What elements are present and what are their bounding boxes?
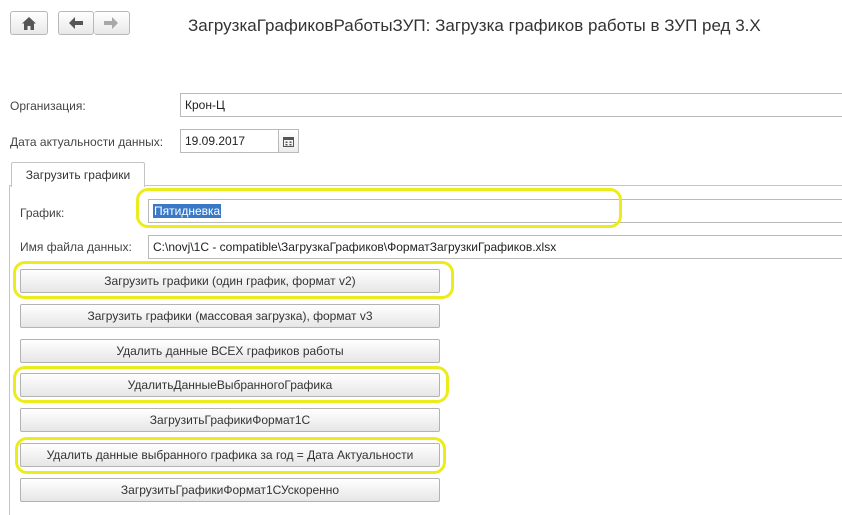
date-field[interactable]: 19.09.2017 <box>180 129 279 153</box>
delete-selected-schedule-year-button[interactable]: Удалить данные выбранного графика за год… <box>20 443 440 467</box>
organization-label: Организация: <box>10 99 86 113</box>
calendar-icon <box>283 137 294 147</box>
schedule-field[interactable]: Пятидневка <box>148 199 842 223</box>
schedule-value: Пятидневка <box>153 204 222 218</box>
delete-all-schedules-button[interactable]: Удалить данные ВСЕХ графиков работы <box>20 339 440 363</box>
date-label: Дата актуальности данных: <box>10 135 164 149</box>
home-button[interactable] <box>10 11 48 35</box>
calendar-button[interactable] <box>278 129 299 153</box>
load-schedules-format-1c-fast-button[interactable]: ЗагрузитьГрафикиФормат1СУскоренно <box>20 478 440 502</box>
file-label: Имя файла данных: <box>20 240 132 254</box>
forward-arrow-icon <box>104 17 118 29</box>
page-title: ЗагрузкаГрафиковРаботыЗУП: Загрузка граф… <box>188 16 761 35</box>
organization-field[interactable]: Крон-Ц <box>180 93 842 117</box>
home-icon <box>22 17 36 30</box>
delete-selected-schedule-button[interactable]: УдалитьДанныеВыбранногоГрафика <box>20 373 440 397</box>
tab-load-schedules[interactable]: Загрузить графики <box>11 162 145 187</box>
schedule-label: График: <box>20 206 65 220</box>
forward-button[interactable] <box>94 11 130 35</box>
back-arrow-icon <box>69 17 83 29</box>
load-mass-schedules-v3-button[interactable]: Загрузить графики (массовая загрузка), ф… <box>20 304 440 328</box>
file-path-field[interactable]: C:\novj\1C - compatible\ЗагрузкаГрафиков… <box>148 235 842 259</box>
load-single-schedule-v2-button[interactable]: Загрузить графики (один график, формат v… <box>20 269 440 293</box>
load-schedules-format-1c-button[interactable]: ЗагрузитьГрафикиФормат1С <box>20 408 440 432</box>
back-button[interactable] <box>58 11 94 35</box>
